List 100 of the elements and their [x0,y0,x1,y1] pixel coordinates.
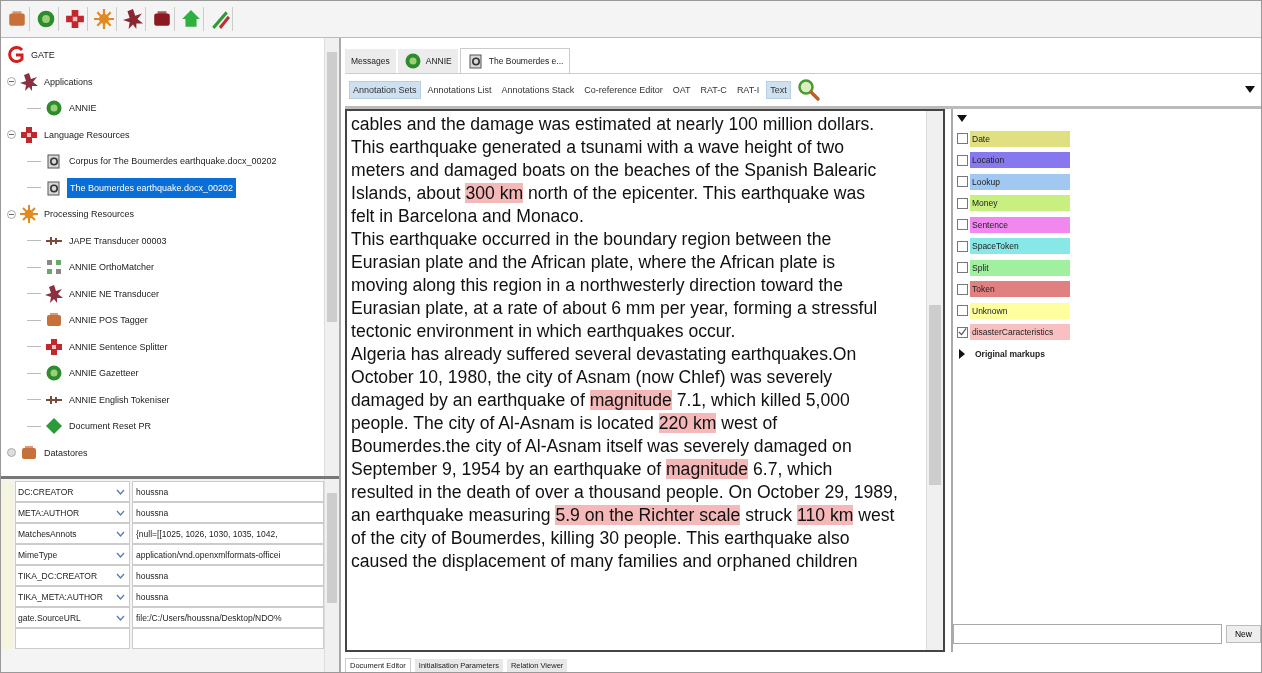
row-header-cell [1,481,13,502]
feature-value-cell[interactable]: houssna [132,481,324,502]
box-icon[interactable] [152,9,172,29]
new-button[interactable]: New [1226,625,1261,643]
house-icon[interactable] [181,9,201,29]
view-toggle-button[interactable]: Annotations Stack [498,81,578,99]
checkbox[interactable] [957,197,968,209]
expand-icon[interactable] [959,349,965,359]
tree-item[interactable]: JAPE Transducer 00003 [67,233,169,248]
annotation-type-label[interactable]: Unknown [970,302,1070,319]
tree-item[interactable]: Processing Resources [42,207,137,222]
cross-icon[interactable] [65,9,85,29]
checkbox[interactable] [957,326,968,338]
document-text-line: of the city of Boumerdes, killing 30 people. This earthquake also [351,527,850,550]
document-text-line: Algeria has already suffered several devastating earthquakes.On [351,343,857,366]
document-text-line: This earthquake occurred in the boundary region between the [351,228,832,251]
checkbox[interactable] [957,240,968,252]
document-tab[interactable]: The Boumerdes e... [459,48,571,73]
tree-item[interactable]: ANNIE English Tokeniser [67,392,172,407]
document-tab[interactable]: ANNIE [397,49,458,73]
annotation-type-label[interactable]: SpaceToken [970,238,1070,255]
feature-value-cell[interactable] [132,628,324,649]
checkbox[interactable] [957,219,968,231]
annotation-type-label[interactable]: Lookup [970,173,1070,190]
document-text-line: Eurasian plate, at a rate of about 6 mm per year, forming a stressful [351,297,878,320]
tree-item[interactable]: ANNIE Sentence Splitter [67,339,170,354]
ball-icon [45,364,63,383]
feature-value-cell[interactable]: {null=[[1025, 1026, 1030, 1035, 1042, [132,523,324,544]
tree-item[interactable]: ANNIE Gazetteer [67,366,141,381]
view-toggle-button[interactable]: RAT-I [733,81,763,99]
feature-value-cell[interactable]: file:/C:/Users/houssna/Desktop/NDO% [132,607,324,628]
view-toggle-button[interactable]: Annotations List [424,81,495,99]
burst-icon [20,72,38,91]
feature-name-dropdown[interactable]: TIKA_META:AUTHOR [15,586,130,607]
tree-item[interactable]: ANNIE [67,101,99,116]
tree-item[interactable]: GATE [29,48,57,63]
view-toggle-button[interactable]: OAT [669,81,694,99]
tree-item[interactable]: Document Reset PR [67,419,154,434]
cross-icon [45,337,63,356]
tree-item[interactable]: ANNIE POS Tagger [67,313,150,328]
burst-icon [45,284,63,303]
ball-icon[interactable] [36,9,56,29]
document-text-line: Boumerdes.the city of Al-Asnam itself was severely damaged on [351,435,852,458]
tree-item[interactable]: Datastores [42,445,90,460]
gate-logo-icon [7,46,25,65]
pen-icon[interactable] [210,9,230,29]
checkbox[interactable] [957,262,968,274]
scrollbar[interactable] [926,111,943,650]
sun-icon[interactable] [94,9,114,29]
document-text-area[interactable] [345,109,945,652]
feature-value-cell[interactable]: application/vnd.openxmlformats-officei [132,544,324,565]
feature-name-dropdown[interactable]: gate.SourceURL [15,607,130,628]
scrollbar[interactable] [324,479,339,672]
tree-item[interactable]: Language Resources [42,127,132,142]
dropdown-icon[interactable] [1245,86,1255,93]
feature-value-cell[interactable]: houssna [132,565,324,586]
annotation-type-label[interactable]: Date [970,130,1070,147]
collapse-icon[interactable] [957,115,967,122]
burst-icon[interactable] [123,9,143,29]
set-name-field[interactable] [953,624,1222,644]
annotation-type-label[interactable]: Location [970,152,1070,169]
tree-item[interactable]: Corpus for The Boumerdes earthquake.docx_00202 [67,154,279,169]
document-icon [45,152,63,171]
document-text-line: cables and the damage was estimated at nearly 100 million dollars. [351,113,875,136]
feature-name-dropdown[interactable]: MatchesAnnots [15,523,130,544]
document-text-line: caused the displacement of many families and orphaned children [351,550,858,573]
feature-name-dropdown[interactable]: DC:CREATOR [15,481,130,502]
checkbox[interactable] [957,176,968,188]
feature-name-dropdown[interactable]: MimeType [15,544,130,565]
annotation-type-label[interactable]: disasterCaracteristics [970,324,1070,341]
diamond-icon [45,417,63,436]
checkbox[interactable] [957,283,968,295]
annotation-type-label[interactable]: Sentence [970,216,1070,233]
feature-name-cell[interactable] [15,628,130,649]
document-text-line: This earthquake generated a tsunami with a wave height of two [351,136,844,159]
view-toggle-button[interactable]: Annotation Sets [349,81,421,99]
annotation-type-label[interactable]: Token [970,281,1070,298]
checkbox[interactable] [957,133,968,145]
document-text-line: resulted in the death of over a thousand people. On October 29, 1989, [351,481,898,504]
scrollbar[interactable] [324,38,339,476]
search-icon[interactable] [796,78,821,102]
view-toggle-button[interactable]: Co-reference Editor [581,81,666,99]
annotation-type-label[interactable]: Money [970,195,1070,212]
feature-name-dropdown[interactable]: META:AUTHOR [15,502,130,523]
tree-item[interactable]: The Boumerdes earthquake.docx_00202 [67,177,237,198]
feature-name-dropdown[interactable]: TIKA_DC:CREATOR [15,565,130,586]
view-toggle-button[interactable]: RAT-C [697,81,730,99]
tree-item[interactable]: ANNIE OrthoMatcher [67,260,157,275]
feature-value-cell[interactable]: houssna [132,586,324,607]
checkbox[interactable] [957,305,968,317]
tree-item[interactable]: Applications [42,74,95,89]
document-tab[interactable]: Messages [345,49,396,73]
view-toggle-button[interactable]: Text [766,81,791,99]
cross-icon [20,125,38,144]
tree-item[interactable]: ANNIE NE Transducer [67,286,162,301]
annotation-type-label[interactable]: Split [970,259,1070,276]
feature-value-cell[interactable]: houssna [132,502,324,523]
annotation-set-label[interactable]: Original markups [975,349,1045,359]
sun-icon [20,205,38,224]
checkbox[interactable] [957,154,968,166]
